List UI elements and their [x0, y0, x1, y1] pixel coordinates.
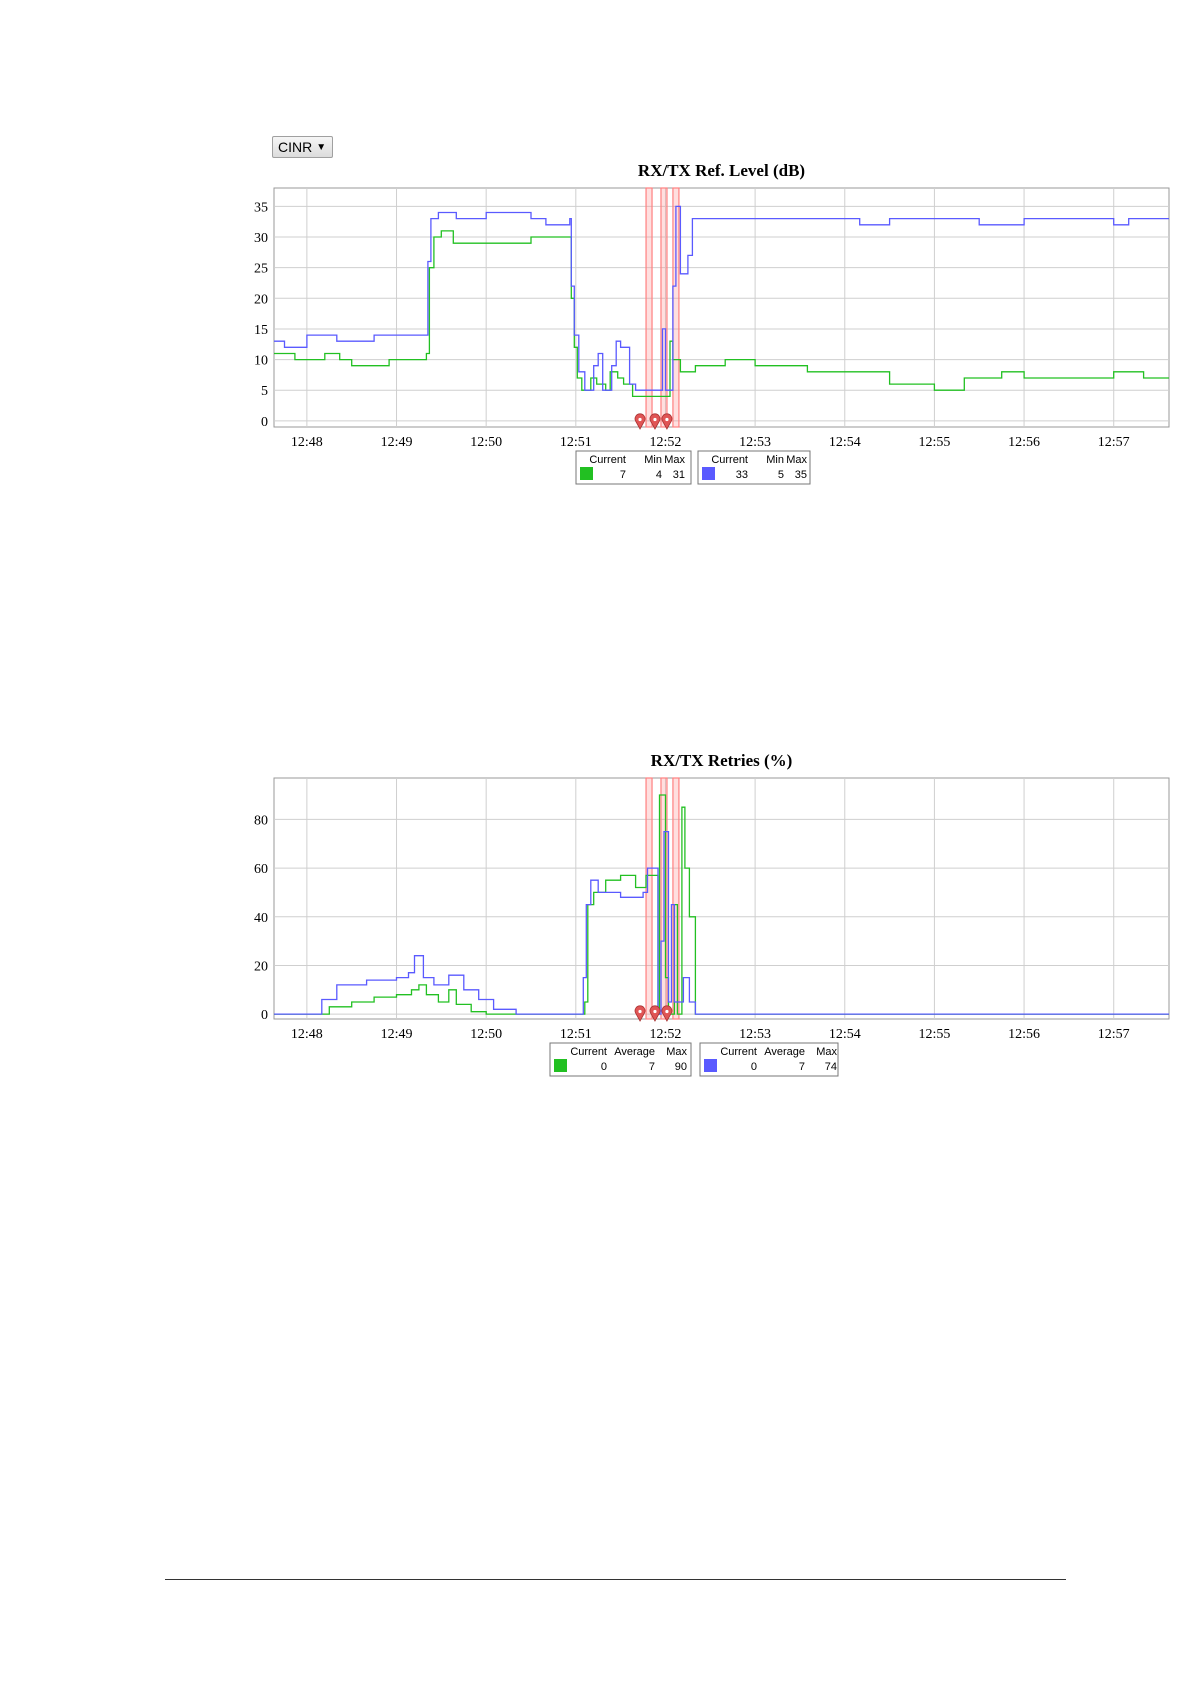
series-select-dropdown[interactable]: CINR ▼ — [272, 136, 333, 158]
legend-value: 31 — [673, 469, 685, 481]
legend-value: 0 — [751, 1061, 757, 1073]
footer-rule — [165, 1579, 1066, 1580]
x-tick-label: 12:48 — [291, 1027, 323, 1042]
legend-value: 7 — [799, 1061, 805, 1073]
event-marker-dot — [665, 417, 669, 422]
y-tick-label: 20 — [254, 292, 268, 307]
event-band — [660, 187, 668, 428]
plot-area — [273, 777, 1170, 1020]
legend-header: Max — [816, 1046, 837, 1058]
plot-area — [273, 187, 1170, 428]
x-tick-label: 12:52 — [650, 435, 682, 450]
legend-swatch — [702, 467, 715, 480]
legend-value: 0 — [601, 1061, 607, 1073]
legend-header: Min — [766, 454, 784, 466]
legend-tx: Current Average Max 0 7 74 — [699, 1042, 839, 1077]
legend-header: Max — [664, 454, 685, 466]
chart-title: RX/TX Retries (%) — [651, 751, 793, 770]
y-tick-label: 80 — [254, 813, 268, 828]
y-tick-label: 0 — [261, 415, 268, 430]
y-tick-label: 40 — [254, 911, 268, 926]
legend-value: 74 — [825, 1061, 837, 1073]
legend-header: Current — [570, 1046, 607, 1058]
x-tick-label: 12:55 — [918, 1027, 950, 1042]
legend-header: Max — [786, 454, 807, 466]
legend-value: 4 — [656, 469, 662, 481]
x-tick-label: 12:54 — [829, 435, 861, 450]
x-tick-label: 12:57 — [1098, 1027, 1130, 1042]
event-marker-dot — [653, 417, 657, 422]
event-marker-dot — [638, 1009, 642, 1014]
y-tick-label: 15 — [254, 323, 268, 338]
x-tick-label: 12:50 — [470, 435, 502, 450]
legend-swatch — [580, 467, 593, 480]
x-tick-label: 12:54 — [829, 1027, 861, 1042]
x-tick-label: 12:51 — [560, 435, 592, 450]
legend-tx: Current Min Max 33 5 35 — [697, 450, 811, 485]
event-marker-dot — [653, 1009, 657, 1014]
x-tick-label: 12:53 — [739, 435, 771, 450]
series-select-value: CINR — [278, 139, 313, 155]
x-tick-label: 12:52 — [650, 1027, 682, 1042]
event-band — [645, 187, 653, 428]
legend-value: 7 — [620, 469, 626, 481]
legend-swatch — [554, 1059, 567, 1072]
x-tick-label: 12:56 — [1008, 435, 1040, 450]
legend-header: Current — [711, 454, 748, 466]
legend-rx: Current Min Max 7 4 31 — [575, 450, 692, 485]
x-tick-label: 12:57 — [1098, 435, 1130, 450]
x-tick-label: 12:53 — [739, 1027, 771, 1042]
legend-value: 35 — [795, 469, 807, 481]
x-tick-label: 12:56 — [1008, 1027, 1040, 1042]
legend-value: 33 — [736, 469, 748, 481]
event-marker-dot — [665, 1009, 669, 1014]
x-tick-label: 12:48 — [291, 435, 323, 450]
legend-swatch — [704, 1059, 717, 1072]
retries-chart: RX/TX Retries (%) 0 20 40 60 80 12:48 12:49 12:5… — [254, 751, 1170, 1077]
legend-header: Current — [589, 454, 626, 466]
y-tick-label: 25 — [254, 262, 268, 277]
legend-header: Min — [644, 454, 662, 466]
event-band — [645, 777, 653, 1020]
legend-value: 7 — [649, 1061, 655, 1073]
event-marker-dot — [638, 417, 642, 422]
chart-title: RX/TX Ref. Level (dB) — [638, 161, 805, 180]
legend-value: 5 — [778, 469, 784, 481]
y-tick-label: 0 — [261, 1008, 268, 1023]
chevron-down-icon: ▼ — [316, 141, 327, 153]
legend-header: Current — [720, 1046, 757, 1058]
y-tick-label: 20 — [254, 959, 268, 974]
y-tick-label: 60 — [254, 862, 268, 877]
ref-level-chart: RX/TX Ref. Level (dB) 0 5 10 15 20 25 30 35 12:48… — [254, 161, 1170, 485]
legend-rx: Current Average Max 0 7 90 — [549, 1042, 692, 1077]
legend-header: Average — [764, 1046, 805, 1058]
y-tick-label: 35 — [254, 200, 268, 215]
legend-header: Max — [666, 1046, 687, 1058]
legend-header: Average — [614, 1046, 655, 1058]
x-tick-label: 12:50 — [470, 1027, 502, 1042]
y-tick-label: 30 — [254, 231, 268, 246]
x-tick-label: 12:49 — [381, 435, 413, 450]
x-tick-label: 12:55 — [918, 435, 950, 450]
legend-value: 90 — [675, 1061, 687, 1073]
x-tick-label: 12:49 — [381, 1027, 413, 1042]
y-tick-label: 10 — [254, 354, 268, 369]
y-tick-label: 5 — [261, 384, 268, 399]
x-tick-label: 12:51 — [560, 1027, 592, 1042]
